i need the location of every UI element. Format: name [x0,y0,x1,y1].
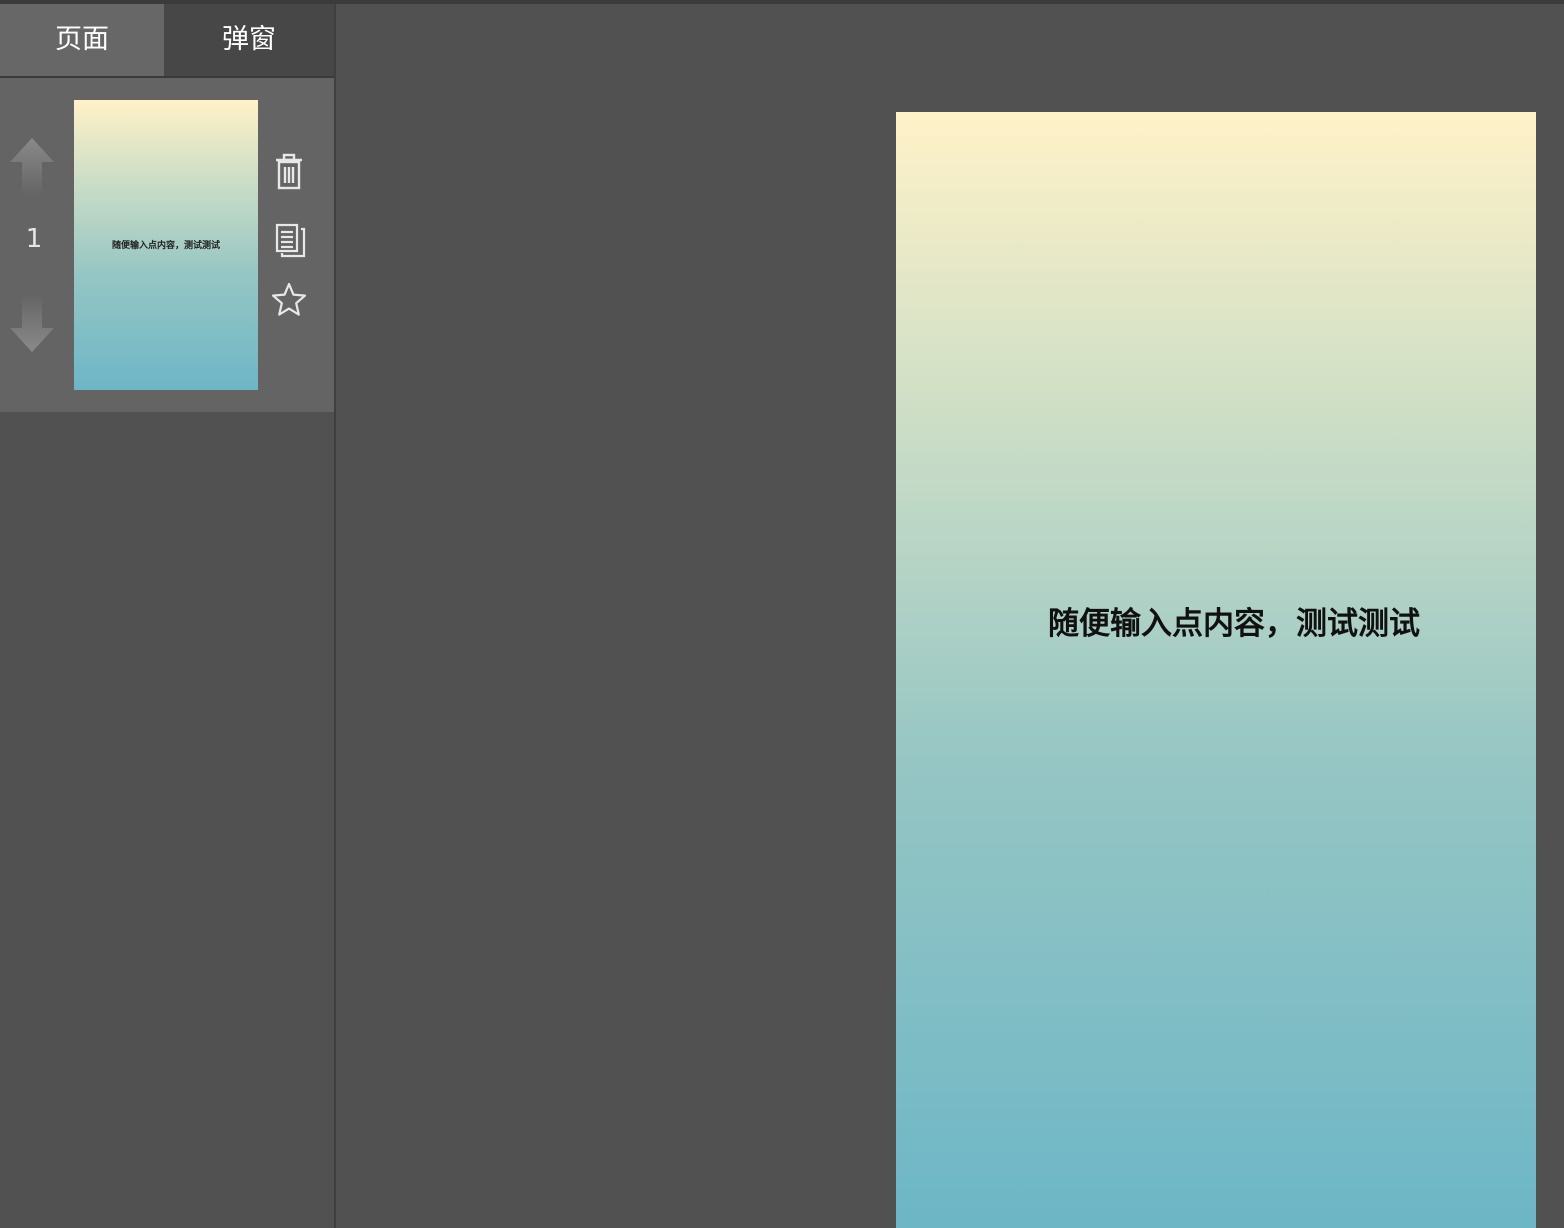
sidebar-tabs: 页面 弹窗 [0,4,334,78]
arrow-down-icon[interactable] [10,292,54,352]
tab-pages[interactable]: 页面 [0,4,164,76]
arrow-up-icon[interactable] [10,138,54,198]
copy-icon[interactable] [270,220,308,260]
trash-icon[interactable] [270,152,308,192]
sidebar: 页面 弹窗 1 随便输入点内容，测试测试 [0,4,336,1228]
tab-popups[interactable]: 弹窗 [164,4,334,76]
page-number: 1 [25,224,43,254]
page-thumbnail[interactable]: 随便输入点内容，测试测试 [74,100,258,390]
thumbnail-text: 随便输入点内容，测试测试 [111,241,220,251]
canvas-text[interactable]: 随便输入点内容，测试测试 [896,598,1536,643]
page-canvas[interactable]: 随便输入点内容，测试测试 [896,112,1536,1228]
star-icon[interactable] [270,280,308,320]
page-list-item[interactable]: 1 随便输入点内容，测试测试 [0,78,334,412]
